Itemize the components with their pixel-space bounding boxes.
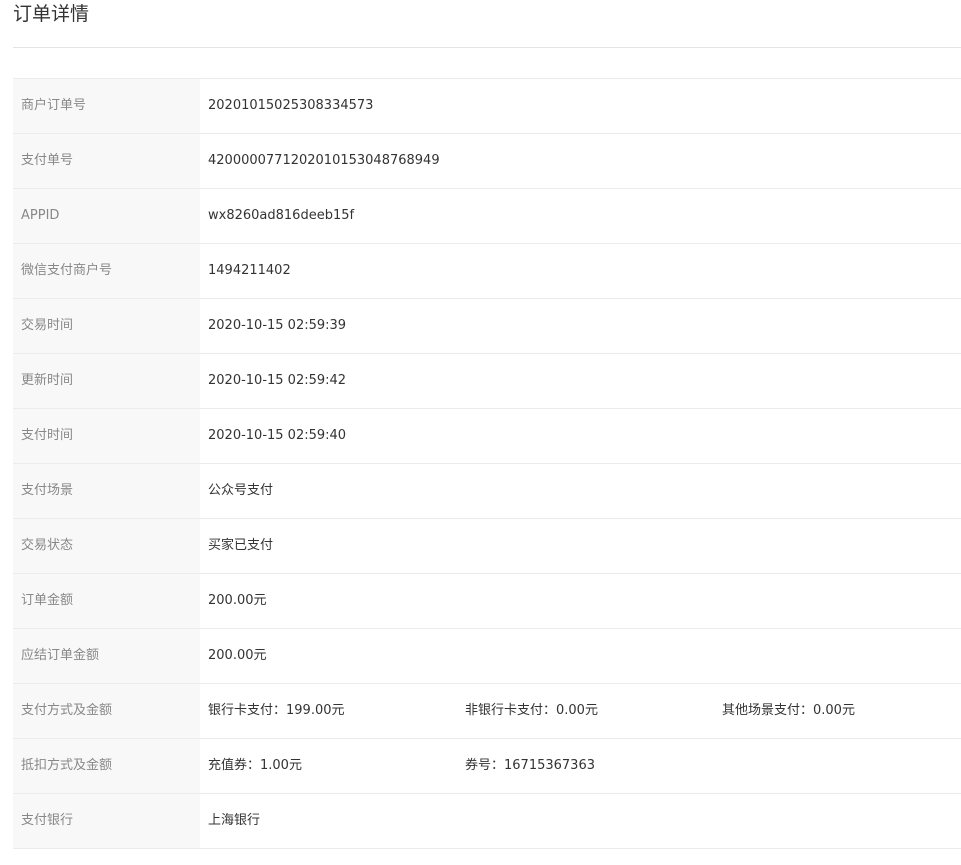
row-label: 抵扣方式及金额 xyxy=(13,739,200,793)
detail-row-pay-time: 支付时间 2020-10-15 02:59:40 xyxy=(13,409,961,464)
row-label: 交易时间 xyxy=(13,299,200,353)
non-bank-card-pay-amount: 非银行卡支付：0.00元 xyxy=(465,703,598,718)
row-label: 支付方式及金额 xyxy=(13,684,200,738)
settle-amount-value: 200.00元 xyxy=(208,648,267,663)
update-time-value: 2020-10-15 02:59:42 xyxy=(208,373,347,388)
wechat-merchant-no-value: 1494211402 xyxy=(208,263,291,278)
other-scene-pay-amount: 其他场景支付：0.00元 xyxy=(722,703,855,718)
bank-card-pay-amount: 银行卡支付：199.00元 xyxy=(208,703,345,718)
trade-time-value: 2020-10-15 02:59:39 xyxy=(208,318,347,333)
pay-time-value: 2020-10-15 02:59:40 xyxy=(208,428,347,443)
pay-bank-value: 上海银行 xyxy=(208,813,261,828)
row-label: 商户订单号 xyxy=(13,79,200,133)
pay-scene-value: 公众号支付 xyxy=(208,483,274,498)
order-detail-table: 商户订单号 20201015025308334573 支付单号 42000007… xyxy=(13,78,961,849)
detail-row-wechat-merchant-no: 微信支付商户号 1494211402 xyxy=(13,244,961,299)
row-label: 支付银行 xyxy=(13,794,200,848)
detail-row-trade-time: 交易时间 2020-10-15 02:59:39 xyxy=(13,299,961,354)
detail-row-settle-amount: 应结订单金额 200.00元 xyxy=(13,629,961,684)
detail-row-merchant-order-no: 商户订单号 20201015025308334573 xyxy=(13,79,961,134)
row-label: 订单金额 xyxy=(13,574,200,628)
row-label: 交易状态 xyxy=(13,519,200,573)
page-title: 订单详情 xyxy=(13,3,90,25)
row-label: APPID xyxy=(13,189,200,243)
detail-row-pay-order-no: 支付单号 4200000771202010153048768949 xyxy=(13,134,961,189)
row-label: 更新时间 xyxy=(13,354,200,408)
detail-row-deduction: 抵扣方式及金额 充值券：1.00元 券号：16715367363 xyxy=(13,739,961,794)
pay-methods-value: 银行卡支付：199.00元 非银行卡支付：0.00元 其他场景支付：0.00元 xyxy=(200,684,961,738)
row-label: 微信支付商户号 xyxy=(13,244,200,298)
coupon-number: 券号：16715367363 xyxy=(465,758,595,773)
detail-row-update-time: 更新时间 2020-10-15 02:59:42 xyxy=(13,354,961,409)
pay-order-no-value: 4200000771202010153048768949 xyxy=(208,153,440,168)
appid-value: wx8260ad816deeb15f xyxy=(208,208,355,223)
detail-row-appid: APPID wx8260ad816deeb15f xyxy=(13,189,961,244)
order-detail-page: 订单详情 商户订单号 20201015025308334573 支付单号 420… xyxy=(0,0,961,865)
detail-row-trade-status: 交易状态 买家已支付 xyxy=(13,519,961,574)
deduction-value: 充值券：1.00元 券号：16715367363 xyxy=(200,739,961,793)
row-label: 支付场景 xyxy=(13,464,200,518)
voucher-amount: 充值券：1.00元 xyxy=(208,758,302,773)
detail-row-pay-scene: 支付场景 公众号支付 xyxy=(13,464,961,519)
merchant-order-no-value: 20201015025308334573 xyxy=(208,98,374,113)
row-label: 应结订单金额 xyxy=(13,629,200,683)
order-amount-value: 200.00元 xyxy=(208,593,267,608)
detail-row-order-amount: 订单金额 200.00元 xyxy=(13,574,961,629)
detail-row-pay-methods: 支付方式及金额 银行卡支付：199.00元 非银行卡支付：0.00元 其他场景支… xyxy=(13,684,961,739)
detail-row-pay-bank: 支付银行 上海银行 xyxy=(13,794,961,849)
row-label: 支付时间 xyxy=(13,409,200,463)
title-divider xyxy=(13,47,961,48)
trade-status-value: 买家已支付 xyxy=(208,538,274,553)
row-label: 支付单号 xyxy=(13,134,200,188)
